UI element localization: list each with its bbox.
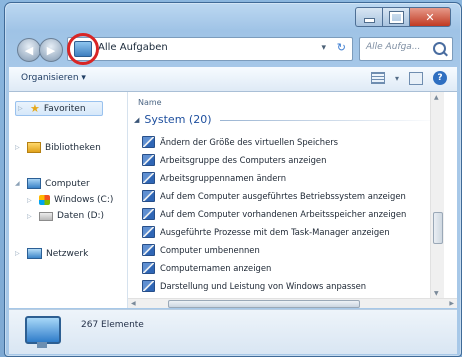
collapse-icon[interactable]: ◢: [15, 180, 23, 187]
task-icon: [142, 136, 155, 148]
star-icon: ★: [30, 102, 40, 115]
main-area: ▷ ★ Favoriten ▷ Bibliotheken ◢ Computer …: [9, 92, 457, 308]
list-item-label: Auf dem Computer vorhandenen Arbeitsspei…: [160, 209, 407, 219]
search-input[interactable]: Alle Aufga...: [359, 37, 453, 61]
nav-item-label: Favoriten: [43, 103, 86, 114]
organize-button[interactable]: Organisieren ▾: [21, 73, 86, 83]
maximize-button[interactable]: [382, 7, 409, 27]
address-text: Alle Aufgaben: [98, 42, 168, 53]
network-icon: [27, 248, 42, 259]
page: ✕ ◀ ▶ Alle Aufgaben ▾ ↻ Alle Aufga... Or…: [0, 0, 462, 357]
view-options-icon[interactable]: [370, 72, 385, 84]
list-item-label: Ändern der Größe des virtuellen Speicher…: [160, 137, 339, 147]
address-bar[interactable]: Alle Aufgaben ▾ ↻: [67, 37, 353, 61]
task-icon: [142, 244, 155, 256]
task-icon: [142, 154, 155, 166]
explorer-window: ✕ ◀ ▶ Alle Aufgaben ▾ ↻ Alle Aufga... Or…: [4, 2, 462, 357]
horizontal-scrollbar[interactable]: ◀ ▶: [128, 298, 457, 308]
group-header[interactable]: ◢ System (20): [134, 113, 212, 126]
nav-item-favorites[interactable]: ▷ ★ Favoriten: [15, 101, 103, 116]
list-item-label: Darstellung und Leistung von Windows anp…: [160, 281, 367, 291]
task-icon: [142, 226, 155, 238]
scroll-up-icon[interactable]: ▲: [434, 94, 439, 101]
expand-icon[interactable]: ▷: [27, 197, 35, 204]
drive-icon: [39, 211, 53, 221]
close-icon: ✕: [425, 10, 435, 24]
expand-icon[interactable]: ▷: [27, 213, 35, 220]
list-item-label: Ausgeführte Prozesse mit dem Task-Manage…: [160, 227, 390, 237]
control-panel-large-icon: [25, 316, 61, 348]
column-header-name[interactable]: Name: [138, 98, 162, 107]
search-placeholder: Alle Aufga...: [366, 42, 421, 52]
scroll-right-icon[interactable]: ▶: [449, 300, 454, 307]
vertical-scroll-thumb[interactable]: [433, 212, 443, 244]
search-icon[interactable]: [433, 42, 446, 55]
task-icon: [142, 208, 155, 220]
vertical-scrollbar[interactable]: ▲ ▼: [430, 92, 444, 299]
minimize-button[interactable]: [355, 7, 382, 27]
horizontal-scroll-thumb[interactable]: [168, 300, 360, 308]
nav-item-network[interactable]: ▷ Netzwerk: [15, 248, 88, 259]
list-item[interactable]: Arbeitsgruppe des Computers anzeigen: [142, 154, 326, 166]
nav-item-windows-drive[interactable]: ▷ Windows (C:): [27, 195, 113, 205]
task-icon: [142, 190, 155, 202]
task-icon: [142, 280, 155, 292]
arrow-right-icon: ▶: [46, 43, 56, 57]
refresh-icon[interactable]: ↻: [337, 41, 346, 54]
list-item-label: Auf dem Computer ausgeführtes Betriebssy…: [160, 191, 406, 201]
navigation-pane: ▷ ★ Favoriten ▷ Bibliotheken ◢ Computer …: [9, 92, 128, 308]
list-item[interactable]: Ändern der Größe des virtuellen Speicher…: [142, 136, 338, 148]
nav-item-label: Netzwerk: [46, 248, 89, 259]
group-title: System (20): [144, 113, 212, 126]
expand-icon[interactable]: ▷: [15, 250, 23, 257]
task-icon: [142, 172, 155, 184]
list-item[interactable]: Computer umbenennen: [142, 244, 260, 256]
item-count: 267 Elemente: [81, 320, 144, 330]
list-item-label: Arbeitsgruppe des Computers anzeigen: [160, 155, 327, 165]
expand-icon[interactable]: ▷: [18, 105, 26, 112]
list-item[interactable]: Computernamen anzeigen: [142, 262, 271, 274]
help-icon[interactable]: ?: [433, 71, 447, 85]
nav-item-label: Bibliotheken: [45, 142, 101, 153]
group-divider: [220, 120, 440, 121]
scroll-down-icon[interactable]: ▼: [434, 290, 439, 297]
minimize-icon: [363, 17, 375, 23]
highlight-circle: [67, 33, 99, 65]
list-item-label: Arbeitsgruppennamen ändern: [160, 173, 287, 183]
task-icon: [142, 262, 155, 274]
nav-item-label: Computer: [45, 178, 90, 189]
forward-button[interactable]: ▶: [39, 38, 63, 62]
list-item[interactable]: Ausgeführte Prozesse mit dem Task-Manage…: [142, 226, 390, 238]
list-item[interactable]: Darstellung und Leistung von Windows anp…: [142, 280, 366, 292]
view-dropdown-icon[interactable]: ▾: [395, 74, 399, 83]
list-item-label: Computer umbenennen: [160, 245, 260, 255]
toolbar-right: ▾ ?: [370, 71, 447, 85]
back-button[interactable]: ◀: [17, 38, 41, 62]
windows-drive-icon: [39, 195, 50, 205]
nav-item-label: Daten (D:): [57, 211, 105, 221]
close-button[interactable]: ✕: [409, 7, 451, 27]
nav-item-libraries[interactable]: ▷ Bibliotheken: [15, 142, 101, 153]
expand-icon[interactable]: ▷: [15, 144, 23, 151]
list-item[interactable]: Auf dem Computer vorhandenen Arbeitsspei…: [142, 208, 406, 220]
nav-item-computer[interactable]: ◢ Computer: [15, 178, 90, 189]
library-icon: [27, 142, 41, 153]
arrow-left-icon: ◀: [24, 43, 34, 57]
nav-item-data-drive[interactable]: ▷ Daten (D:): [27, 211, 104, 221]
maximize-icon: [388, 10, 404, 24]
nav-item-label: Windows (C:): [54, 195, 114, 205]
address-dropdown-icon[interactable]: ▾: [321, 43, 326, 53]
scroll-left-icon[interactable]: ◀: [131, 300, 136, 307]
list-item-label: Computernamen anzeigen: [160, 263, 272, 273]
collapse-group-icon[interactable]: ◢: [134, 116, 139, 124]
list-item[interactable]: Auf dem Computer ausgeführtes Betriebssy…: [142, 190, 406, 202]
file-list: Name ◢ System (20) Ändern der Größe des …: [128, 92, 444, 299]
computer-icon: [27, 178, 41, 189]
details-pane: 267 Elemente: [9, 309, 457, 354]
command-bar: Organisieren ▾ ▾ ?: [9, 67, 457, 92]
list-item[interactable]: Arbeitsgruppennamen ändern: [142, 172, 286, 184]
caption-buttons: ✕: [355, 7, 451, 27]
preview-pane-icon[interactable]: [409, 71, 423, 85]
